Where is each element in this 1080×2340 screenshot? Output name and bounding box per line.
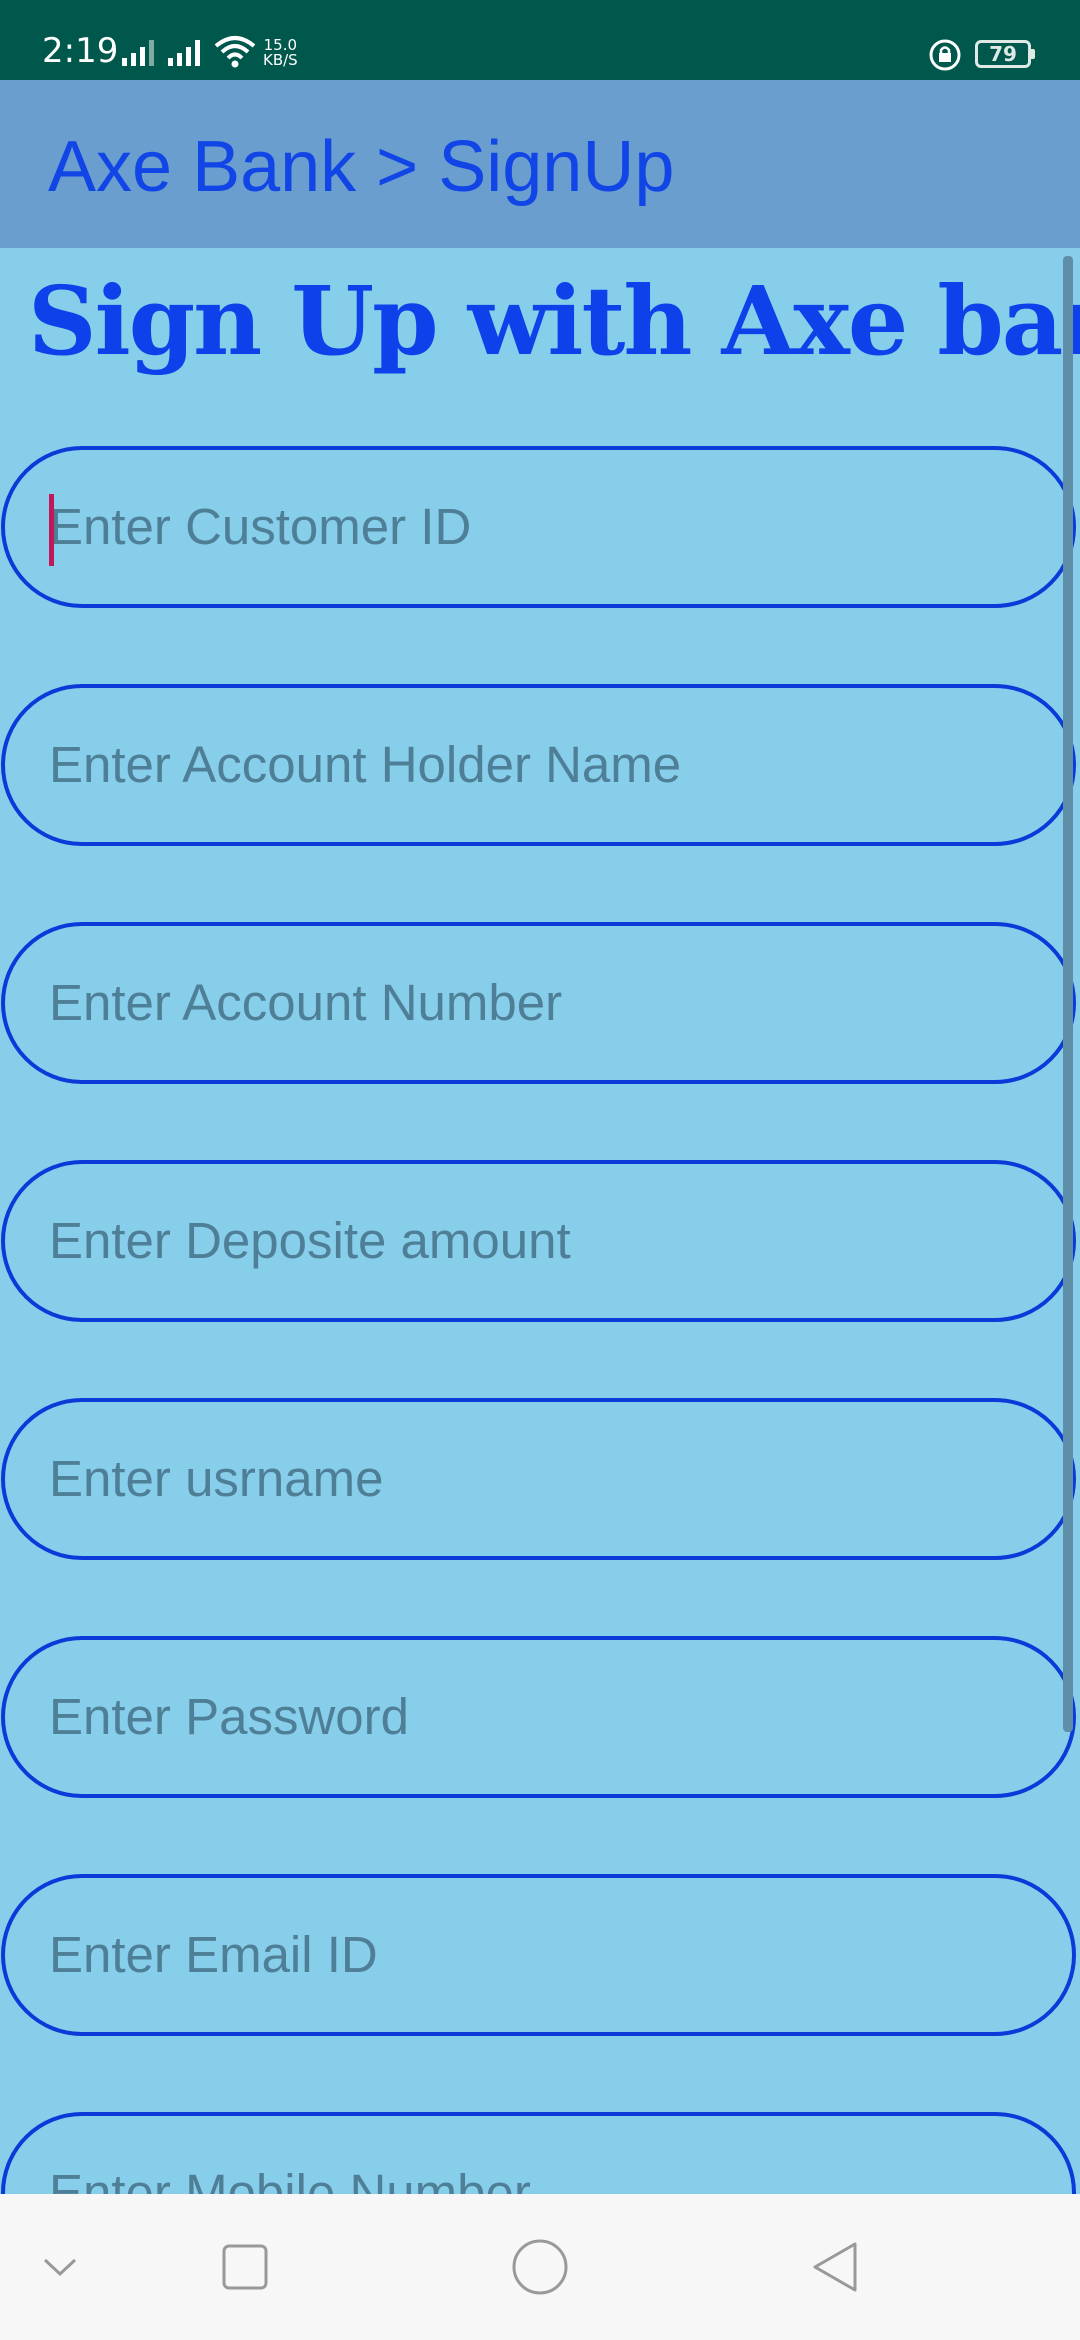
- recents-square-icon: [222, 2244, 268, 2290]
- home-circle-icon: [512, 2239, 568, 2295]
- app-bar-title: Axe Bank > SignUp: [48, 127, 675, 207]
- customer-id-field[interactable]: Enter Customer ID: [1, 446, 1076, 608]
- text-cursor: [49, 494, 54, 566]
- app-bar: Axe Bank > SignUp: [0, 80, 1080, 248]
- status-bar: 2:19 15.0 KB/S 79: [0, 0, 1080, 80]
- nav-back-button[interactable]: [790, 2194, 880, 2340]
- scrollbar[interactable]: [1063, 256, 1073, 1732]
- nav-collapse-button[interactable]: [20, 2194, 100, 2340]
- username-field[interactable]: Enter usrname: [1, 1398, 1076, 1560]
- navigation-bar: [0, 2194, 1080, 2340]
- email-placeholder: Enter Email ID: [49, 1926, 378, 1983]
- signal-strength-icon: [122, 38, 154, 66]
- chevron-down-icon: [43, 2258, 77, 2277]
- mobile-number-placeholder: Enter Mobile Number: [49, 2164, 531, 2194]
- deposit-amount-field[interactable]: Enter Deposite amount: [1, 1160, 1076, 1322]
- rotation-lock-icon: [929, 39, 961, 71]
- nav-recents-button[interactable]: [200, 2194, 290, 2340]
- status-time: 2:19: [42, 31, 119, 71]
- account-holder-name-field[interactable]: Enter Account Holder Name: [1, 684, 1076, 846]
- wifi-icon: [214, 36, 256, 68]
- customer-id-placeholder: Enter Customer ID: [49, 498, 472, 555]
- account-number-field[interactable]: Enter Account Number: [1, 922, 1076, 1084]
- nav-home-button[interactable]: [490, 2194, 590, 2340]
- network-speed: 15.0 KB/S: [263, 38, 298, 68]
- account-holder-name-placeholder: Enter Account Holder Name: [49, 736, 682, 793]
- password-field[interactable]: Enter Password: [1, 1636, 1076, 1798]
- battery-indicator: 79: [975, 40, 1031, 68]
- battery-tip: [1031, 49, 1035, 59]
- page-title: Sign Up with Axe bank: [28, 266, 1080, 377]
- username-placeholder: Enter usrname: [49, 1450, 384, 1507]
- password-placeholder: Enter Password: [49, 1688, 409, 1745]
- mobile-number-field[interactable]: Enter Mobile Number: [1, 2112, 1076, 2194]
- network-speed-unit: KB/S: [263, 51, 298, 69]
- deposit-amount-placeholder: Enter Deposite amount: [49, 1212, 571, 1269]
- signup-form[interactable]: Sign Up with Axe bank Enter Customer ID …: [0, 248, 1080, 2194]
- email-field[interactable]: Enter Email ID: [1, 1874, 1076, 2036]
- back-triangle-icon: [813, 2242, 857, 2292]
- signal-strength-icon: [168, 38, 200, 66]
- account-number-placeholder: Enter Account Number: [49, 974, 563, 1031]
